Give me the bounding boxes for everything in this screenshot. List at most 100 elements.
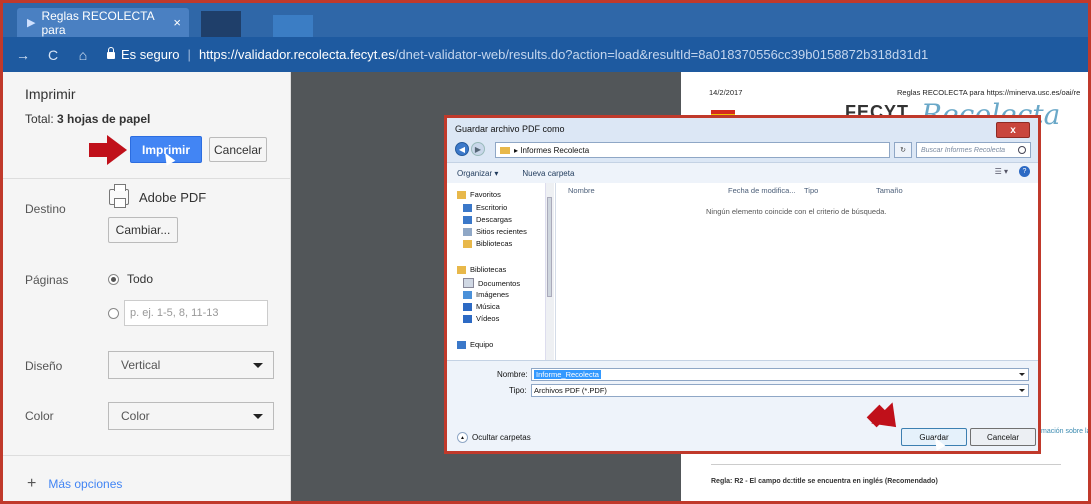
folder-icon — [500, 146, 510, 154]
destination-label: Destino — [25, 202, 66, 216]
preview-date: 14/2/2017 — [709, 88, 743, 97]
nav-item-label: Descargas — [476, 215, 512, 224]
column-header-name[interactable]: Nombre — [568, 186, 595, 195]
downloads-icon — [463, 215, 472, 224]
blurred-tab-area — [201, 11, 241, 37]
save-pdf-dialog: Guardar archivo PDF como x ◀ ▶ ▸ Informe… — [444, 115, 1041, 454]
chevron-down-icon — [253, 363, 263, 368]
home-icon[interactable]: ⌂ — [73, 47, 93, 63]
pages-range-input[interactable]: p. ej. 1-5, 8, 11-13 — [124, 300, 268, 326]
nav-item[interactable]: Bibliotecas — [463, 239, 512, 248]
nav-item[interactable]: Imágenes — [463, 290, 509, 299]
nav-pane-scrollbar[interactable] — [545, 183, 554, 360]
organize-menu[interactable]: Organizar ▾ — [457, 169, 498, 178]
dialog-cancel-button[interactable]: Cancelar — [970, 428, 1036, 446]
nav-item[interactable]: Sitios recientes — [463, 227, 527, 236]
browser-tab-bar: ▶ Reglas RECOLECTA para × — [3, 3, 1088, 37]
cancel-print-button[interactable]: Cancelar — [209, 137, 267, 162]
nav-item-label: Bibliotecas — [470, 265, 507, 274]
print-settings-panel: Imprimir Total: 3 hojas de papel Imprimi… — [3, 72, 291, 501]
browser-tab[interactable]: ▶ Reglas RECOLECTA para × — [17, 8, 189, 37]
nav-item[interactable]: Escritorio — [463, 203, 507, 212]
layout-label: Diseño — [25, 359, 63, 373]
nav-item-label: Música — [476, 302, 500, 311]
back-icon[interactable]: ◀ — [455, 142, 469, 156]
url-path: /dnet-validator-web/results.do?action=lo… — [394, 47, 929, 62]
address-bar: → C ⌂ Es seguro | https://validador.reco… — [3, 37, 1088, 72]
printer-icon — [109, 184, 129, 208]
view-options-icon[interactable]: ☰ ▾ — [995, 167, 1008, 176]
url-field[interactable]: https://validador.recolecta.fecyt.es/dne… — [199, 47, 928, 62]
nav-item[interactable]: Documentos — [463, 278, 520, 288]
nav-item[interactable]: Vídeos — [463, 314, 499, 323]
back-arrow-icon[interactable]: → — [13, 47, 33, 63]
forward-icon[interactable]: ▶ — [471, 142, 485, 156]
pages-range-radio[interactable] — [108, 308, 119, 319]
dialog-toolbar: Organizar ▾ Nueva carpeta ☰ ▾ ? — [447, 162, 1038, 184]
column-header-size[interactable]: Tamaño — [876, 186, 903, 195]
nav-item[interactable]: Bibliotecas — [457, 265, 506, 274]
chevron-down-icon — [1019, 373, 1025, 376]
filename-value: Informe_Recolecta — [534, 370, 601, 379]
lock-icon — [107, 47, 115, 59]
pictures-icon — [463, 290, 472, 299]
desktop-icon — [463, 203, 472, 212]
chevron-down-icon — [1019, 389, 1025, 392]
dialog-nav-buttons: ◀ ▶ — [455, 142, 487, 156]
nav-item[interactable]: Equipo — [457, 340, 493, 349]
security-indicator[interactable]: Es seguro — [107, 47, 180, 62]
refresh-icon[interactable]: ↻ — [894, 142, 912, 158]
nav-item-label: Sitios recientes — [476, 227, 527, 236]
dialog-close-button[interactable]: x — [996, 122, 1030, 138]
change-destination-button[interactable]: Cambiar... — [108, 217, 178, 243]
total-prefix: Total: — [25, 112, 54, 126]
computer-icon — [457, 340, 466, 349]
secure-label: Es seguro — [121, 47, 180, 62]
preview-overflow: mación sobre la — [1033, 72, 1088, 501]
nav-item-label: Imágenes — [476, 290, 509, 299]
color-label: Color — [25, 409, 54, 423]
filetype-select[interactable]: Archivos PDF (*.PDF) — [531, 384, 1029, 397]
path-breadcrumb[interactable]: ▸ Informes Recolecta — [495, 142, 890, 158]
new-folder-button[interactable]: Nueva carpeta — [522, 169, 574, 178]
pages-all-radio[interactable] — [108, 274, 119, 285]
search-placeholder: Buscar Informes Recolecta — [921, 146, 1006, 154]
help-icon[interactable]: ? — [1019, 166, 1030, 177]
color-select[interactable]: Color — [108, 402, 274, 430]
nav-item-label: Escritorio — [476, 203, 508, 212]
dialog-title: Guardar archivo PDF como — [455, 124, 565, 134]
blurred-tab-area-2 — [273, 15, 313, 37]
nav-item-label: Bibliotecas — [476, 239, 513, 248]
hide-folders-toggle[interactable]: ▲ Ocultar carpetas — [457, 432, 531, 443]
filename-input[interactable]: Informe_Recolecta — [531, 368, 1029, 381]
filetype-label: Tipo: — [509, 386, 527, 395]
column-header-date[interactable]: Fecha de modifica... — [728, 186, 796, 195]
chevron-down-icon — [253, 414, 263, 419]
more-options-label: Más opciones — [48, 477, 123, 491]
color-value: Color — [121, 409, 150, 423]
libraries-icon — [463, 239, 472, 248]
more-options-link[interactable]: + Más opciones — [27, 475, 122, 493]
pages-label: Páginas — [25, 273, 69, 287]
nav-item[interactable]: Música — [463, 302, 500, 311]
dialog-bottom-area: Nombre: Informe_Recolecta Tipo: Archivos… — [447, 360, 1038, 451]
path-value: Informes Recolecta — [520, 145, 590, 155]
total-value: 3 hojas de papel — [57, 112, 151, 126]
nav-item[interactable]: Favoritos — [457, 190, 501, 199]
nav-item-label: Equipo — [470, 340, 494, 349]
reload-icon[interactable]: C — [43, 47, 63, 63]
plus-icon: + — [27, 475, 37, 492]
star-icon — [457, 190, 466, 199]
recent-places-icon — [463, 227, 472, 236]
column-header-type[interactable]: Tipo — [804, 186, 818, 195]
layout-select[interactable]: Vertical — [108, 351, 274, 379]
destination-name: Adobe PDF — [139, 190, 207, 205]
tab-close-icon[interactable]: × — [173, 15, 181, 30]
nav-item[interactable]: Descargas — [463, 215, 512, 224]
address-separator: | — [187, 47, 191, 62]
scrollbar-thumb[interactable] — [547, 197, 552, 297]
preview-info-link: mación sobre la — [1041, 428, 1091, 435]
dialog-search-input[interactable]: Buscar Informes Recolecta — [916, 142, 1031, 158]
panel-divider — [3, 178, 290, 179]
url-host: https://validador.recolecta.fecyt.es — [198, 47, 395, 62]
